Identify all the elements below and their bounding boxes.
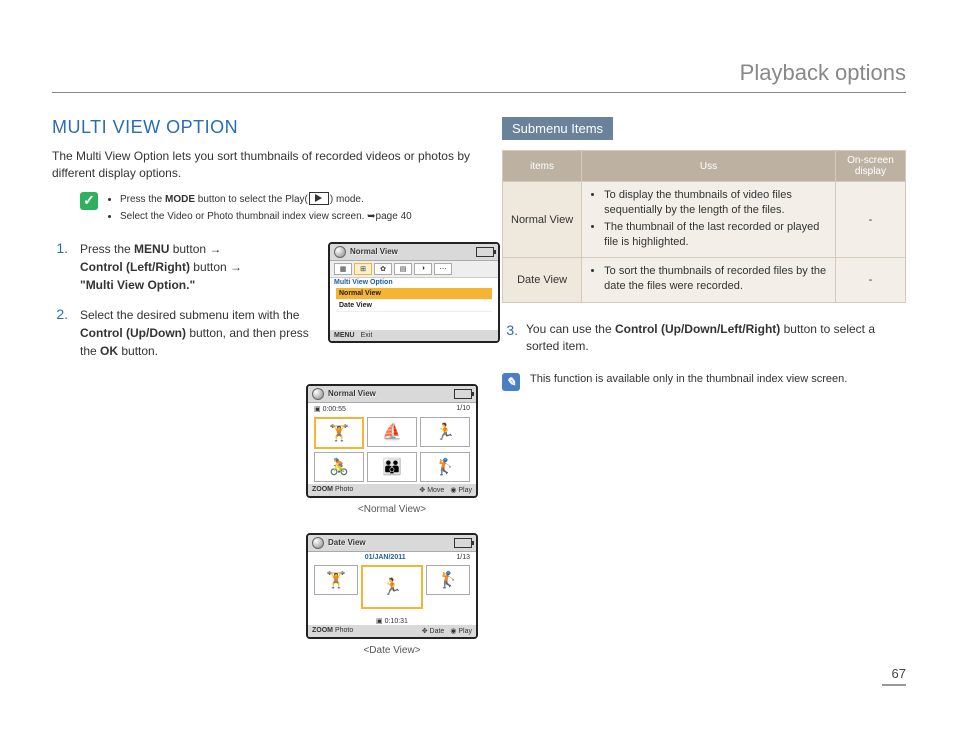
thumbnail[interactable]: 🚴 [314, 452, 364, 482]
menu-item-date[interactable]: Date View [336, 300, 492, 312]
thumbnail[interactable]: 🏋 [314, 417, 364, 449]
note-icon: ✎ [502, 373, 520, 391]
th-osd: On-screen display [835, 151, 905, 182]
thumbnail[interactable]: 🏃 [361, 565, 423, 609]
manual-page: Playback options MULTI VIEW OPTION The M… [0, 0, 954, 730]
clip-count: 1/13 [456, 554, 470, 561]
clip-time: ▣ 0:00:55 [314, 405, 346, 413]
battery-icon [476, 247, 494, 257]
battery-icon [454, 389, 472, 399]
prerequisite-note: ✓ Press the MODE button to select the Pl… [80, 192, 472, 226]
section-heading: MULTI VIEW OPTION [52, 117, 472, 138]
thumbnail[interactable]: 👪 [367, 452, 417, 482]
clip-duration: ▣ 0:10:31 [308, 615, 476, 625]
page-number: 67 [882, 666, 906, 686]
menu-item-normal[interactable]: Normal View [336, 288, 492, 300]
menu-label: Multi View Option [330, 278, 498, 286]
th-items: items [503, 151, 582, 182]
left-column: MULTI VIEW OPTION The Multi View Option … [52, 117, 472, 672]
screen-title: Normal View [350, 247, 472, 256]
intro-text: The Multi View Option lets you sort thum… [52, 148, 472, 182]
step-1: 1. Press the MENU button → Control (Left… [52, 240, 310, 294]
screen-date-view: Date View 01/JAN/2011 1/13 🏋 🏃 🏌 ▣ 0:10:… [306, 533, 478, 639]
thumbnail[interactable]: 🏌 [426, 565, 470, 595]
table-row: Date View To sort the thumbnails of reco… [503, 258, 906, 303]
page-title: Playback options [52, 60, 906, 93]
menu-tab-strip: ▦⊞✿▤◑⋯ [330, 261, 498, 278]
submenu-table: items Uss On-screen display Normal View … [502, 150, 906, 303]
thumbnail[interactable]: 🏃 [420, 417, 470, 447]
date-label: 01/JAN/2011 [365, 554, 406, 561]
clip-count: 1/10 [456, 405, 470, 413]
mode-dial-icon [312, 388, 324, 400]
table-row: Normal View To display the thumbnails of… [503, 182, 906, 258]
mode-dial-icon [312, 537, 324, 549]
thumbnail[interactable]: ⛵ [367, 417, 417, 447]
step-number: 1. [52, 240, 68, 256]
right-column: Submenu Items items Uss On-screen displa… [502, 117, 906, 672]
screen-menu: Normal View ▦⊞✿▤◑⋯ Multi View Option Nor… [328, 242, 500, 343]
battery-icon [454, 538, 472, 548]
caption-date: <Date View> [363, 645, 420, 656]
thumbnail[interactable]: 🏋 [314, 565, 358, 595]
check-icon: ✓ [80, 192, 98, 210]
caption-normal: <Normal View> [358, 504, 426, 515]
prereq-line-2: Select the Video or Photo thumbnail inde… [120, 209, 412, 224]
play-mode-icon [309, 192, 329, 205]
submenu-heading: Submenu Items [502, 117, 613, 140]
th-uss: Uss [582, 151, 836, 182]
screen-normal-view: Normal View ▣ 0:00:55 1/10 🏋 ⛵ 🏃 🚴 👪 🏌 [306, 384, 478, 498]
step-2: 2. Select the desired submenu item with … [52, 306, 310, 360]
thumbnail[interactable]: 🏌 [420, 452, 470, 482]
step-3: 3. You can use the Control (Up/Down/Left… [502, 321, 906, 355]
mode-dial-icon [334, 246, 346, 258]
prereq-line-1: Press the MODE button to select the Play… [120, 192, 412, 207]
note: ✎ This function is available only in the… [502, 373, 906, 391]
step-number: 2. [52, 306, 68, 322]
